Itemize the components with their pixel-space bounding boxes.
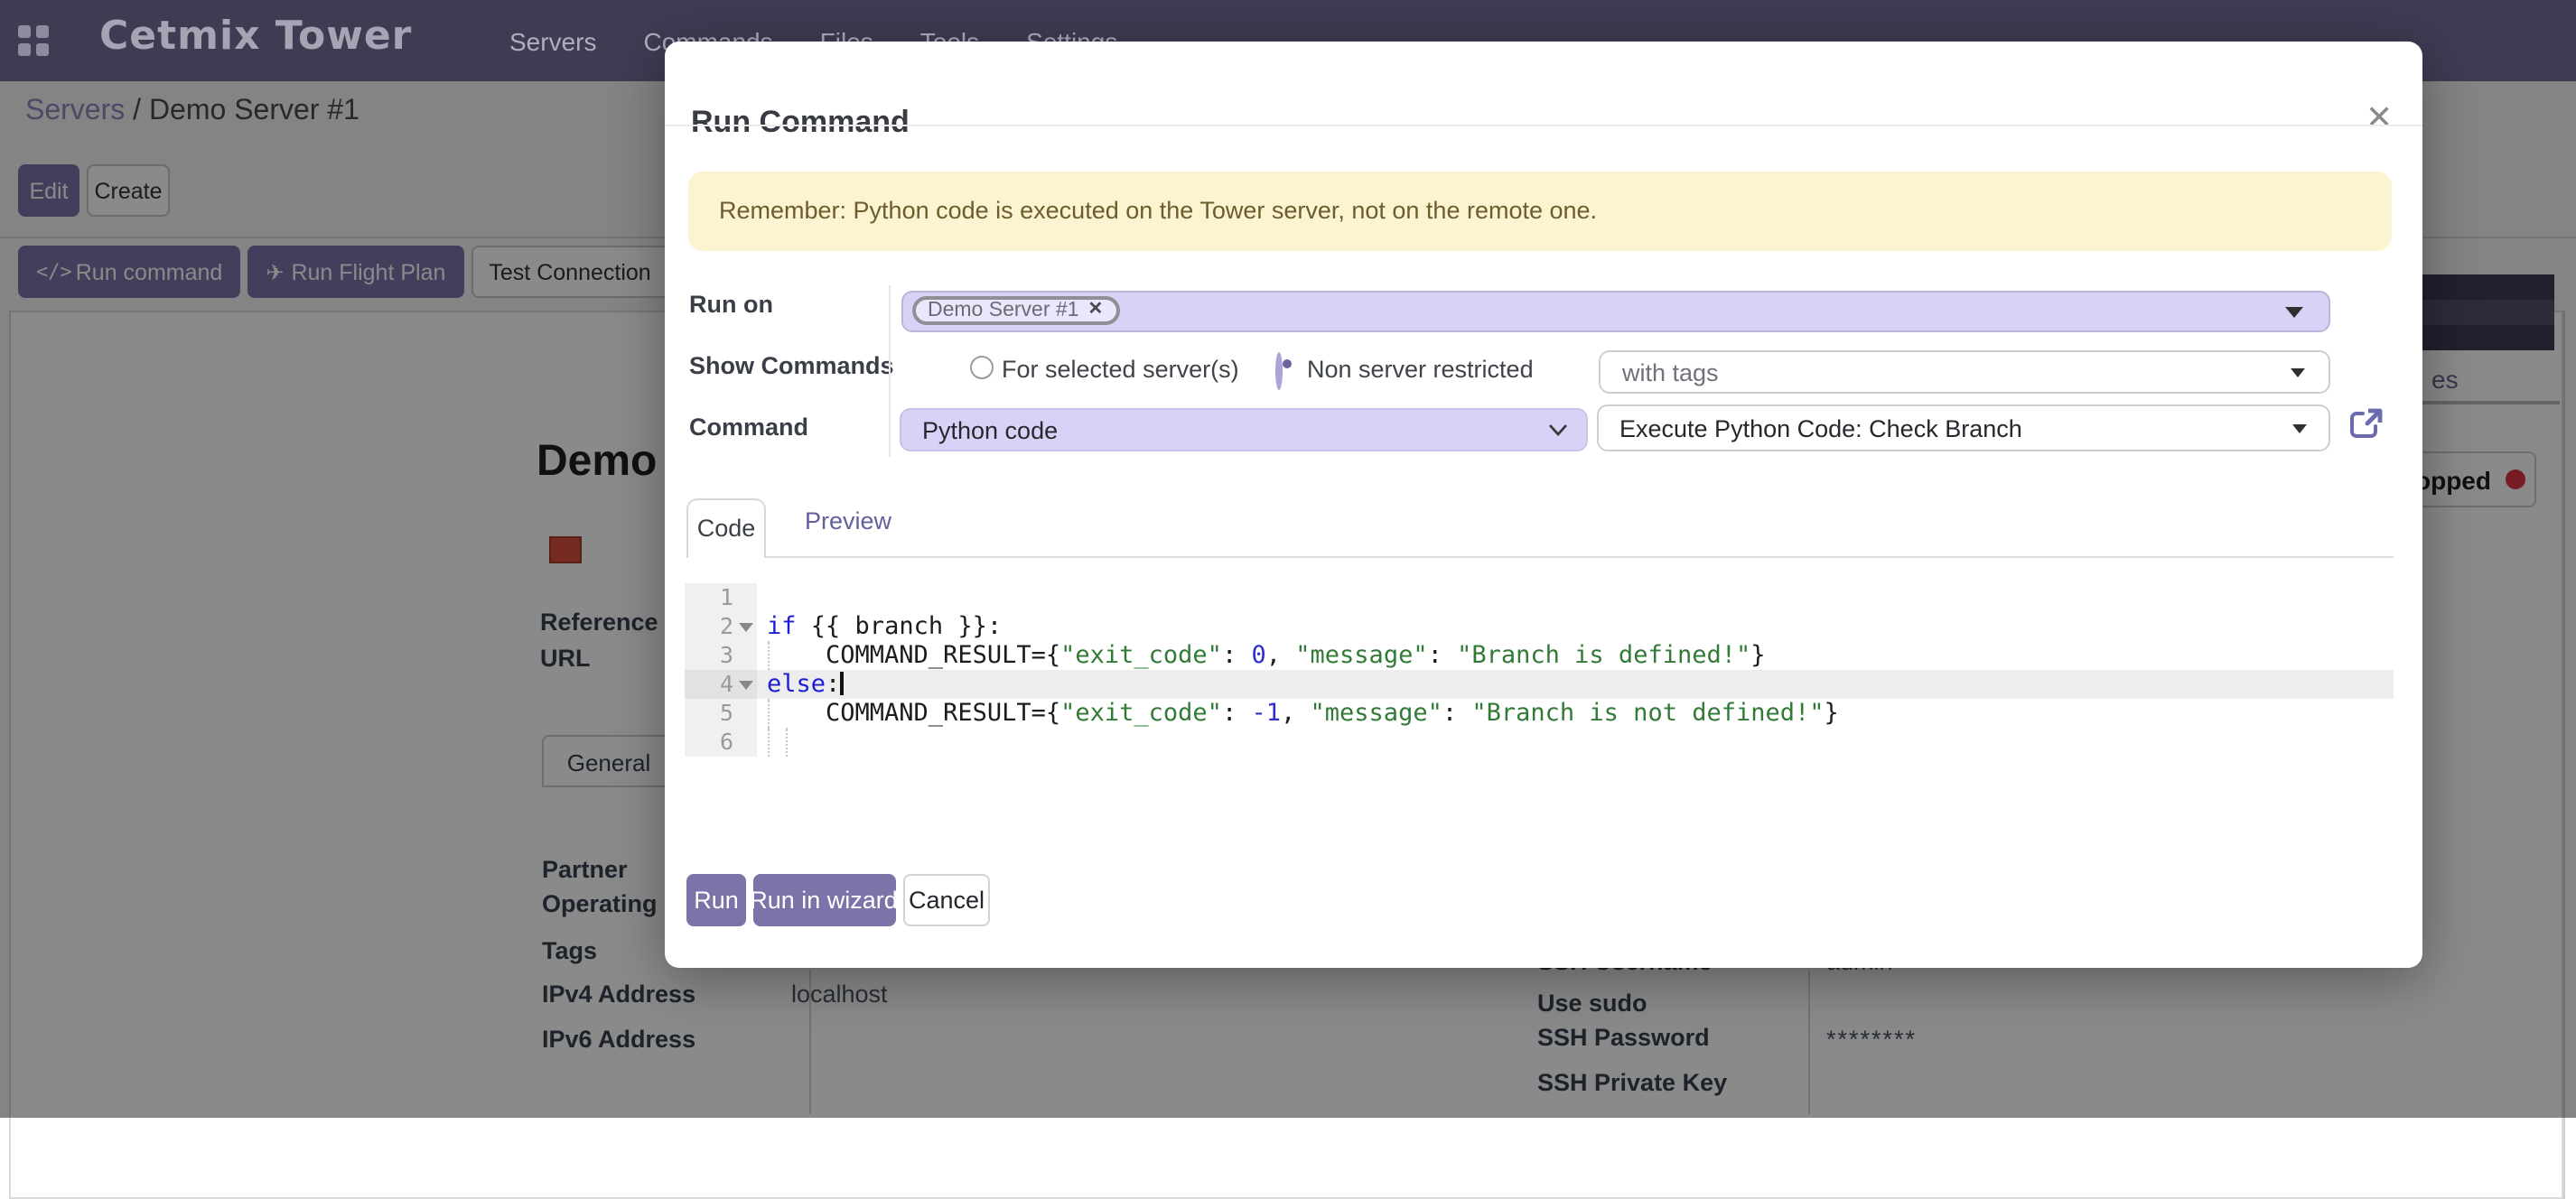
run-command-modal: Run Command ✕ Remember: Python code is e… [664,41,2422,968]
run-on-label: Run on [689,290,773,317]
line-number: 2 [685,611,757,640]
line-number: 4 [685,669,757,698]
code-line[interactable]: 3 COMMAND_RESULT={"exit_code": 0, "messa… [685,640,2394,669]
app-logo[interactable]: Cetmix Tower [99,14,412,60]
line-number: 6 [685,727,757,756]
command-type-value: Python code [922,417,1058,444]
code-editor-lines: 12if {{ branch }}:3 COMMAND_RESULT={"exi… [685,582,2394,756]
code-line[interactable]: 1 [685,582,2394,611]
with-tags-placeholder: with tags [1622,359,1719,386]
code-line[interactable]: 2if {{ branch }}: [685,611,2394,640]
command-reference-value: Execute Python Code: Check Branch [1619,415,2022,442]
server-tag[interactable]: Demo Server #1 ✕ [911,296,1119,325]
fold-arrow-icon[interactable] [739,622,753,631]
radio-for-selected-servers[interactable] [969,356,993,379]
code-line-content: if {{ branch }}: [757,611,2394,640]
server-tag-label: Demo Server #1 [928,300,1078,321]
run-button[interactable]: Run [686,873,746,925]
close-icon[interactable]: ✕ [2366,100,2393,133]
code-line-content: COMMAND_RESULT={"exit_code": -1, "messag… [757,698,2394,727]
radio-non-server-restricted-label[interactable]: Non server restricted [1307,355,1534,382]
run-in-wizard-button[interactable]: Run in wizard [752,873,895,925]
modal-title: Run Command [691,104,910,140]
line-number: 1 [685,582,757,611]
run-on-caret-icon[interactable] [2285,306,2303,317]
external-link-icon[interactable] [2350,408,2383,439]
indent-guide [768,640,770,669]
warning-banner: Remember: Python code is executed on the… [688,171,2392,250]
code-line-content [757,582,2394,611]
indent-guide [768,698,770,727]
tag-remove-icon[interactable]: ✕ [1087,302,1103,320]
apps-grid-icon[interactable] [18,25,49,56]
code-editor[interactable]: 12if {{ branch }}:3 COMMAND_RESULT={"exi… [685,582,2394,770]
screen: Servers / Demo Server #1 Edit Create </>… [0,0,2576,1118]
cancel-button[interactable]: Cancel [903,873,990,925]
code-line-content: else: [757,669,2394,698]
line-number: 3 [685,640,757,669]
code-line[interactable]: 4else: [685,669,2394,698]
radio-for-selected-servers-label[interactable]: For selected server(s) [1002,355,1239,382]
nav-servers[interactable]: Servers [509,26,596,55]
warning-text: Remember: Python code is executed on the… [719,196,1597,223]
command-type-select[interactable]: Python code [899,408,1588,451]
command-type-chevron-icon [1548,423,1568,437]
radio-non-server-restricted[interactable] [1274,352,1282,390]
text-cursor [840,671,843,694]
modal-header-divider [664,125,2422,126]
tab-preview[interactable]: Preview [805,507,891,534]
command-reference-field[interactable]: Execute Python Code: Check Branch [1596,404,2330,451]
tab-strip-underline [765,556,2394,558]
code-line-content [757,727,2394,756]
code-line-content: COMMAND_RESULT={"exit_code": 0, "message… [757,640,2394,669]
code-line[interactable]: 6 [685,727,2394,756]
command-reference-caret-icon[interactable] [2292,424,2307,433]
form-label-divider [889,284,891,456]
with-tags-dropdown[interactable]: with tags [1599,350,2330,393]
indent-guide [786,727,788,756]
line-number: 5 [685,698,757,727]
code-line[interactable]: 5 COMMAND_RESULT={"exit_code": -1, "mess… [685,698,2394,727]
fold-arrow-icon[interactable] [739,680,753,689]
command-label: Command [689,413,808,440]
with-tags-caret-icon[interactable] [2291,367,2305,376]
run-on-field[interactable]: Demo Server #1 ✕ [901,290,2330,332]
show-commands-label: Show Commands [689,351,894,378]
indent-guide [768,727,770,756]
tab-code[interactable]: Code [686,497,766,557]
